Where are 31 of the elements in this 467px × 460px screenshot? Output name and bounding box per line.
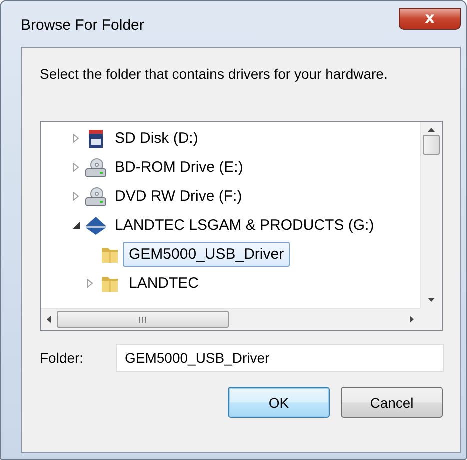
default-button[interactable]: OK — [228, 387, 330, 418]
tree-item[interactable]: DVD RW Drive (F:) — [109, 184, 248, 209]
sd-card-icon — [88, 128, 104, 148]
tree-item[interactable]: SD Disk (D:) — [109, 126, 204, 151]
close-button[interactable]: x — [399, 8, 461, 30]
expanded-icon[interactable] — [72, 222, 80, 229]
scroll-left-icon[interactable] — [47, 316, 51, 323]
vertical-scrollbar[interactable] — [420, 122, 442, 308]
field-label: Folder: — [40, 350, 85, 366]
tree-item[interactable]: BD-ROM Drive (E:) — [109, 155, 250, 180]
tree-item[interactable]: LANDTEC LSGAM & PRODUCTS (G:) — [109, 213, 380, 238]
tree-item[interactable]: GEM5000_USB_Driver — [123, 242, 290, 267]
horizontal-scrollbar[interactable] — [41, 308, 420, 330]
folder-tree[interactable]: SD Disk (D:) BD-ROM Drive (E:) DVD RW Drive (F:) LANDTEC LSGAM & PRODUCTS (G:) GEM5000_USB_Driver LANDTEC — [40, 121, 443, 331]
folder-field[interactable]: GEM5000_USB_Driver — [116, 344, 444, 372]
expand-icon[interactable] — [73, 192, 79, 201]
window-title: Browse For Folder — [21, 17, 144, 34]
instruction-text: Select the folder that contains drivers for your hardware. — [40, 66, 389, 84]
expand-icon[interactable] — [73, 134, 79, 143]
scroll-thumb[interactable] — [423, 135, 440, 155]
dialog-button[interactable]: Cancel — [341, 387, 443, 418]
tree-item[interactable]: LANDTEC — [123, 271, 206, 296]
expand-icon[interactable] — [73, 163, 79, 172]
scroll-down-icon[interactable] — [428, 298, 435, 302]
scroll-up-icon[interactable] — [428, 128, 435, 132]
expand-icon[interactable] — [87, 279, 93, 288]
scroll-thumb[interactable] — [57, 311, 228, 328]
drive-logo-icon — [85, 216, 107, 236]
drive-icon — [85, 186, 107, 206]
scroll-right-icon[interactable] — [410, 316, 414, 323]
drive-icon — [85, 158, 107, 178]
